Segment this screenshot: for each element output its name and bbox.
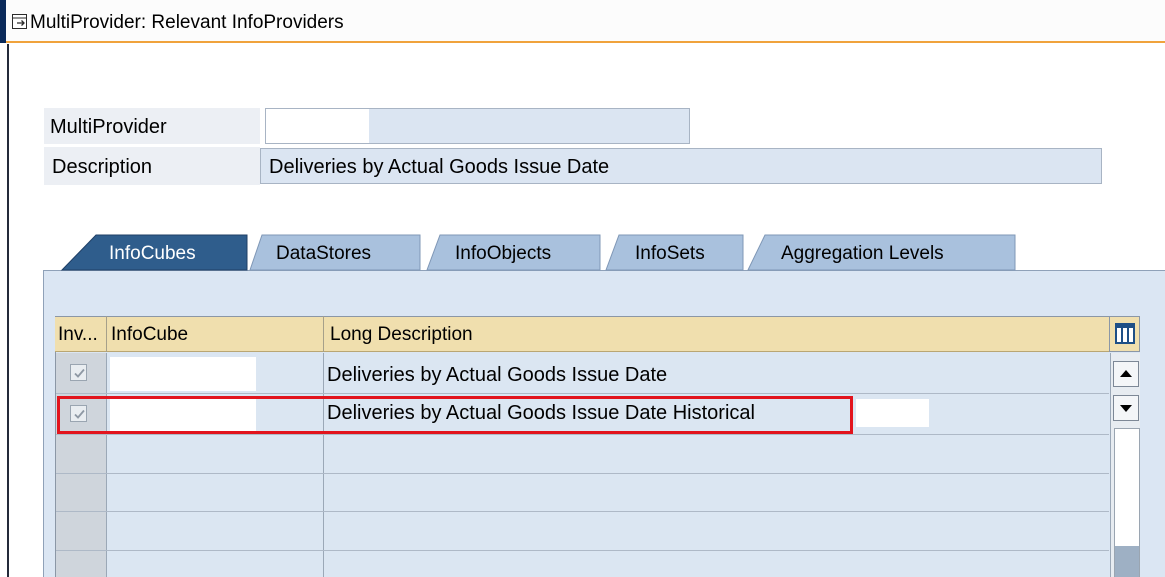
table-header [55, 316, 1109, 352]
scroll-down-icon [1120, 405, 1132, 412]
grid-line [323, 353, 324, 577]
window-title: MultiProvider: Relevant InfoProviders [30, 12, 344, 33]
multiprovider-label: MultiProvider [50, 116, 167, 138]
scroll-up-icon [1120, 370, 1132, 377]
multiprovider-value-redacted [266, 109, 369, 143]
title-accent [0, 0, 6, 43]
row-long-description: Deliveries by Actual Goods Issue Date [327, 364, 668, 386]
scroll-down-button[interactable] [1113, 395, 1139, 421]
infocube-value-redacted[interactable] [110, 357, 256, 391]
column-settings-icon [1115, 323, 1135, 344]
column-settings-button[interactable] [1109, 316, 1140, 352]
grid-line [56, 434, 1109, 435]
inv-column [56, 353, 106, 577]
checkmark-icon [74, 368, 85, 378]
grid-line [56, 511, 1109, 512]
description-label: Description [52, 156, 153, 178]
column-header-infocube[interactable]: InfoCube [111, 324, 188, 346]
row-checkbox[interactable] [70, 364, 87, 381]
scroll-up-button[interactable] [1113, 361, 1139, 387]
grid-line [56, 550, 1109, 551]
column-header-inv[interactable]: Inv... [58, 324, 106, 346]
infocubes-table [55, 316, 1109, 577]
window-left-border [7, 44, 9, 577]
redacted-area [856, 399, 929, 427]
tab-infocubes[interactable]: InfoCubes [109, 243, 196, 265]
description-field[interactable]: Deliveries by Actual Goods Issue Date [260, 148, 1102, 184]
tab-aggregation-levels[interactable]: Aggregation Levels [781, 243, 944, 265]
tab-infosets[interactable]: InfoSets [635, 243, 705, 265]
tab-datastores[interactable]: DataStores [276, 243, 371, 265]
grid-line [56, 393, 1109, 394]
column-separator [323, 316, 324, 352]
highlight-annotation [57, 396, 853, 434]
scroll-thumb[interactable] [1115, 546, 1139, 577]
window-icon [12, 14, 30, 30]
grid-line [106, 353, 107, 577]
column-separator [106, 316, 107, 352]
column-header-long-description[interactable]: Long Description [330, 324, 473, 346]
grid-line [56, 473, 1109, 474]
tab-infoobjects[interactable]: InfoObjects [455, 243, 551, 265]
